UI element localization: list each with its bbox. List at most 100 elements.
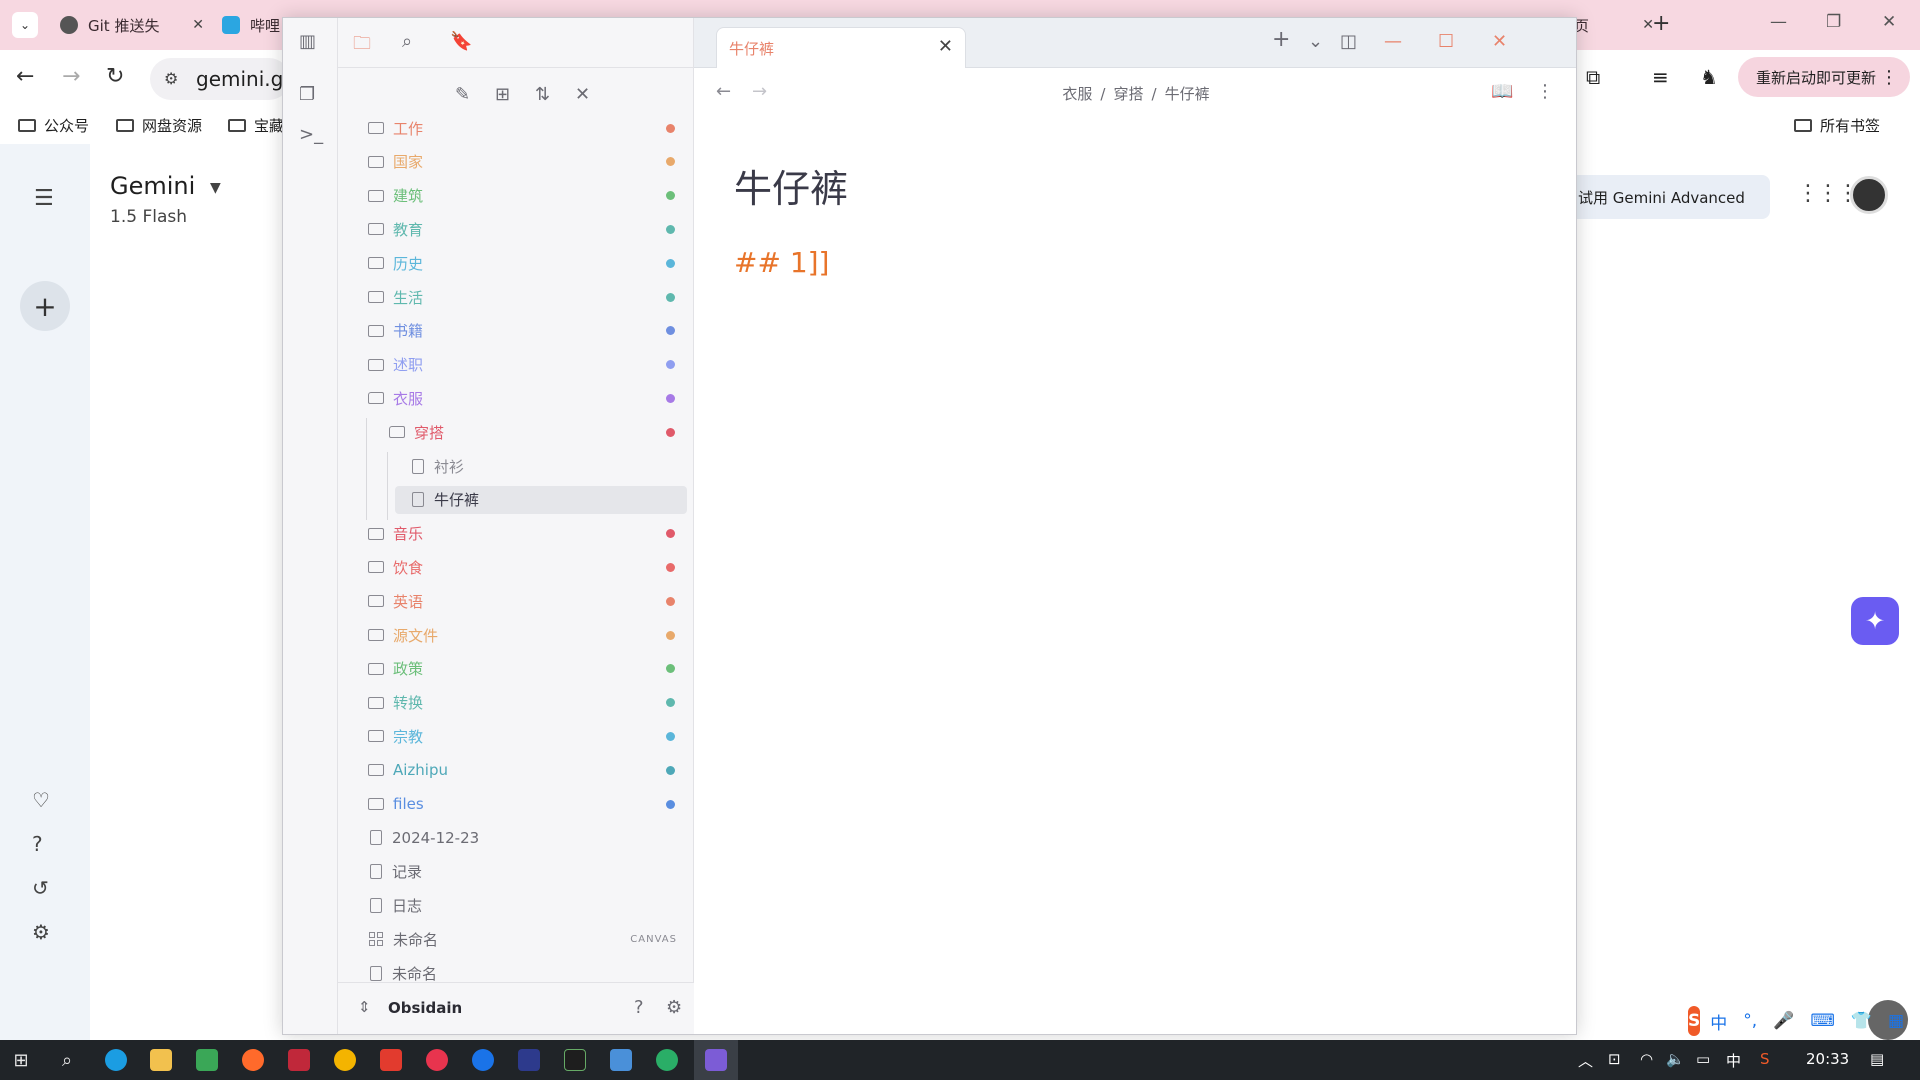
tree-file[interactable]: 未命名 CANVAS bbox=[353, 925, 687, 953]
vault-name[interactable]: Obsidain bbox=[388, 999, 462, 1017]
tree-folder[interactable]: 穿搭 bbox=[374, 418, 687, 446]
tree-folder[interactable]: 饮食 bbox=[353, 553, 687, 581]
toggle-right-sidebar-icon[interactable]: ◫ bbox=[1340, 31, 1357, 52]
battery-icon[interactable]: ▭ bbox=[1696, 1050, 1710, 1068]
jetbrains-icon[interactable] bbox=[288, 1049, 310, 1071]
tree-file[interactable]: 记录 bbox=[353, 858, 687, 886]
minimize-icon[interactable]: — bbox=[1384, 31, 1402, 52]
update-button[interactable]: 重新启动即可更新 ⋮ bbox=[1738, 57, 1910, 97]
back-icon[interactable]: ← bbox=[16, 64, 34, 89]
help-icon[interactable]: ? bbox=[32, 832, 43, 856]
wps-icon[interactable] bbox=[380, 1049, 402, 1071]
tree-folder[interactable]: 生活 bbox=[353, 283, 687, 311]
tree-file[interactable]: 日志 bbox=[353, 891, 687, 919]
new-tab-icon[interactable]: + bbox=[1652, 11, 1670, 36]
account-avatar[interactable] bbox=[1850, 176, 1888, 214]
tree-folder[interactable]: 宗教 bbox=[353, 722, 687, 750]
tree-folder[interactable]: 国家 bbox=[353, 148, 687, 176]
volume-icon[interactable]: 🔈 bbox=[1666, 1050, 1685, 1068]
site-info-icon[interactable]: ⚙ bbox=[164, 69, 178, 88]
maximize-icon[interactable]: ☐ bbox=[1438, 31, 1454, 52]
gem-manager-icon[interactable]: ♡ bbox=[32, 788, 50, 812]
new-chat-button[interactable]: + bbox=[20, 281, 70, 331]
tree-folder[interactable]: Aizhipu bbox=[353, 756, 687, 784]
forward-icon[interactable]: → bbox=[62, 64, 80, 89]
tree-folder[interactable]: 衣服 bbox=[353, 384, 687, 412]
new-tab-icon[interactable]: + bbox=[1272, 27, 1290, 52]
browser-tab[interactable]: 页 ✕ bbox=[1574, 8, 1654, 42]
netease-music-icon[interactable] bbox=[426, 1049, 448, 1071]
address-bar[interactable]: ⚙ gemini.go bbox=[150, 58, 296, 100]
app-icon[interactable] bbox=[518, 1049, 540, 1071]
ime-punct[interactable]: °, bbox=[1743, 1011, 1757, 1031]
google-apps-icon[interactable]: ⋮⋮⋮ bbox=[1797, 181, 1859, 206]
tree-folder[interactable]: 书籍 bbox=[353, 317, 687, 345]
extensions-icon[interactable]: ⧉ bbox=[1586, 65, 1600, 89]
tab-search-button[interactable]: ⌄ bbox=[12, 12, 38, 38]
tray-overflow-icon[interactable]: ︿ bbox=[1578, 1050, 1593, 1071]
bookmark-icon[interactable]: 🔖 bbox=[450, 31, 472, 52]
firefox-icon[interactable] bbox=[242, 1049, 264, 1071]
search-icon[interactable]: ⌕ bbox=[56, 1049, 78, 1071]
tree-file[interactable]: 牛仔裤 bbox=[395, 485, 687, 514]
minimize-icon[interactable]: — bbox=[1770, 12, 1787, 32]
note-tab[interactable]: 牛仔裤 ✕ bbox=[716, 27, 966, 68]
tree-folder[interactable]: 转换 bbox=[353, 689, 687, 717]
breadcrumb-item[interactable]: 穿搭 bbox=[1113, 85, 1143, 103]
skin-icon[interactable]: 👕 bbox=[1851, 1011, 1872, 1031]
activity-icon[interactable]: ↺ bbox=[32, 876, 49, 900]
tree-file[interactable]: 衬衫 bbox=[395, 452, 687, 480]
notepad-icon[interactable] bbox=[196, 1049, 218, 1071]
settings-icon[interactable]: ⚙ bbox=[666, 997, 682, 1018]
tree-file[interactable]: 2024-12-23 bbox=[353, 824, 687, 852]
microphone-icon[interactable]: 🎤 bbox=[1773, 1011, 1794, 1031]
search-icon[interactable]: ⌕ bbox=[402, 31, 412, 52]
bookmark-folder[interactable]: 网盘资源 bbox=[116, 115, 202, 136]
ime-mode[interactable]: 中 bbox=[1710, 1009, 1727, 1034]
new-note-icon[interactable]: ✎ bbox=[455, 84, 470, 105]
close-window-icon[interactable]: ✕ bbox=[1492, 31, 1507, 52]
maps-icon[interactable] bbox=[472, 1049, 494, 1071]
tree-folder[interactable]: 音乐 bbox=[353, 520, 687, 548]
breadcrumb-item[interactable]: 牛仔裤 bbox=[1165, 85, 1210, 103]
help-icon[interactable]: ? bbox=[634, 997, 644, 1018]
tree-folder[interactable]: files bbox=[353, 790, 687, 818]
edge-icon[interactable] bbox=[105, 1049, 127, 1071]
wifi-icon[interactable]: ◠ bbox=[1640, 1050, 1653, 1068]
hamburger-menu-icon[interactable]: ☰ bbox=[34, 186, 54, 211]
network-icon[interactable]: ⊡ bbox=[1608, 1050, 1621, 1068]
wechat-icon[interactable] bbox=[656, 1049, 678, 1071]
file-explorer-icon[interactable] bbox=[150, 1049, 172, 1071]
clock[interactable]: 20:33 bbox=[1806, 1050, 1849, 1068]
sogou-tray-icon[interactable]: S bbox=[1760, 1050, 1770, 1068]
gemini-title[interactable]: Gemini bbox=[110, 172, 195, 200]
media-control-icon[interactable]: ≡ bbox=[1652, 65, 1669, 89]
start-icon[interactable]: ⊞ bbox=[10, 1049, 32, 1071]
profile-icon[interactable]: ♞ bbox=[1700, 65, 1718, 89]
terminal-icon[interactable] bbox=[564, 1049, 586, 1071]
settings-icon[interactable]: ⚙ bbox=[32, 920, 50, 944]
obsidian-icon[interactable] bbox=[705, 1049, 727, 1071]
bookmark-folder[interactable]: 宝藏 bbox=[228, 115, 284, 136]
tab-list-icon[interactable]: ⌄ bbox=[1308, 31, 1323, 52]
image-viewer-icon[interactable] bbox=[610, 1049, 632, 1071]
tree-folder[interactable]: 述职 bbox=[353, 351, 687, 379]
tree-folder[interactable]: 教育 bbox=[353, 215, 687, 243]
all-bookmarks[interactable]: 所有书签 bbox=[1794, 115, 1880, 136]
new-folder-icon[interactable]: ⊞ bbox=[495, 84, 510, 105]
close-window-icon[interactable]: ✕ bbox=[1882, 12, 1896, 32]
files-icon[interactable]: ❐ bbox=[299, 84, 315, 105]
ime-language[interactable]: 中 bbox=[1726, 1050, 1741, 1071]
gemini-float-icon[interactable]: ✦ bbox=[1851, 597, 1899, 645]
vault-switcher-icon[interactable]: ⇕ bbox=[358, 998, 371, 1016]
tree-folder[interactable]: 建筑 bbox=[353, 182, 687, 210]
sort-icon[interactable]: ⇅ bbox=[535, 84, 550, 105]
toolbox-icon[interactable]: ▦ bbox=[1888, 1011, 1904, 1031]
tree-folder[interactable]: 源文件 bbox=[353, 621, 687, 649]
tree-folder[interactable]: 英语 bbox=[353, 587, 687, 615]
restore-icon[interactable]: ❐ bbox=[1826, 12, 1841, 32]
close-tab-icon[interactable]: ✕ bbox=[192, 17, 204, 33]
note-body[interactable]: ## 1]] bbox=[734, 246, 829, 279]
tree-folder[interactable]: 政策 bbox=[353, 655, 687, 683]
collapse-all-icon[interactable]: ✕ bbox=[575, 84, 590, 105]
